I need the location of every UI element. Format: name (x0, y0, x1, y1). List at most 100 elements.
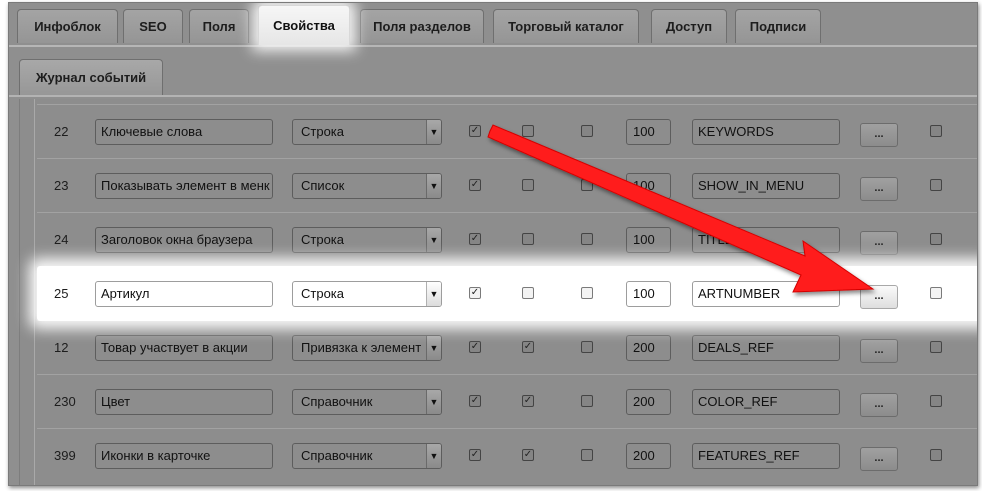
property-id: 399 (54, 448, 76, 463)
property-type-select[interactable]: Строка ▼ (292, 281, 442, 307)
code-input[interactable]: FEATURES_REF (692, 443, 840, 469)
property-name-input[interactable]: Заголовок окна браузера (95, 227, 273, 253)
property-id: 22 (54, 124, 69, 139)
dropdown-arrow-icon[interactable]: ▼ (426, 120, 441, 144)
search-checkbox[interactable] (930, 449, 942, 461)
more-settings-button[interactable]: ... (860, 231, 898, 255)
table-row: 24 Заголовок окна браузера Строка ▼ ✓ 100 TITL… (37, 212, 977, 267)
property-name-input[interactable]: Показывать элемент в менк (95, 173, 273, 199)
property-type-value: Строка (301, 286, 345, 301)
active-checkbox[interactable]: ✓ (469, 395, 481, 407)
property-name-input[interactable]: Артикул (95, 281, 273, 307)
required-checkbox[interactable] (522, 287, 534, 299)
dropdown-arrow-icon[interactable]: ▼ (426, 336, 441, 360)
dropdown-arrow-icon[interactable]: ▼ (426, 444, 441, 468)
sort-input[interactable]: 100 (626, 281, 671, 307)
property-type-value: Справочник (301, 448, 373, 463)
dropdown-arrow-icon[interactable]: ▼ (426, 282, 441, 306)
more-settings-button[interactable]: ... (860, 123, 898, 147)
table-row: 22 Ключевые слова Строка ▼ ✓ 100 KEYWORDS... (37, 104, 977, 159)
more-settings-button[interactable]: ... (860, 177, 898, 201)
active-checkbox[interactable]: ✓ (469, 125, 481, 137)
tab-2[interactable]: Поля (189, 9, 249, 43)
property-type-value: Привязка к элемент (301, 340, 422, 355)
sort-input[interactable]: 200 (626, 389, 671, 415)
sort-input[interactable]: 200 (626, 443, 671, 469)
table-row: 23 Показывать элемент в менк Список ▼ ✓ 100 SH… (37, 158, 977, 213)
tab-3[interactable]: Свойства (258, 5, 350, 45)
tab-0[interactable]: Инфоблок (17, 9, 118, 43)
property-id: 24 (54, 232, 69, 247)
property-type-select[interactable]: Список ▼ (292, 173, 442, 199)
sort-input[interactable]: 100 (626, 119, 671, 145)
table-row: 25 Артикул Строка ▼ ✓ 100 ARTNUMBER... (37, 266, 977, 321)
property-type-select[interactable]: Справочник ▼ (292, 443, 442, 469)
property-type-value: Список (301, 178, 345, 193)
sort-input[interactable]: 100 (626, 173, 671, 199)
code-input[interactable]: COLOR_REF (692, 389, 840, 415)
search-checkbox[interactable] (930, 179, 942, 191)
required-checkbox[interactable]: ✓ (522, 341, 534, 353)
tab-6[interactable]: Доступ (651, 9, 727, 43)
sort-input[interactable]: 100 (626, 227, 671, 253)
required-checkbox[interactable]: ✓ (522, 449, 534, 461)
property-id: 230 (54, 394, 76, 409)
more-settings-button[interactable]: ... (860, 447, 898, 471)
code-input[interactable]: KEYWORDS (692, 119, 840, 145)
multiple-checkbox[interactable] (581, 125, 593, 137)
active-checkbox[interactable]: ✓ (469, 341, 481, 353)
multiple-checkbox[interactable] (581, 233, 593, 245)
property-name-input[interactable]: Цвет (95, 389, 273, 415)
property-type-select[interactable]: Привязка к элемент ▼ (292, 335, 442, 361)
property-type-select[interactable]: Справочник ▼ (292, 389, 442, 415)
required-checkbox[interactable]: ✓ (522, 395, 534, 407)
table-row: 399 Иконки в карточке Справочник ▼ ✓ ✓ 200 FEAT… (37, 428, 977, 483)
multiple-checkbox[interactable] (581, 287, 593, 299)
search-checkbox[interactable] (930, 287, 942, 299)
required-checkbox[interactable] (522, 179, 534, 191)
multiple-checkbox[interactable] (581, 341, 593, 353)
table-left-border (34, 99, 35, 485)
multiple-checkbox[interactable] (581, 179, 593, 191)
property-type-select[interactable]: Строка ▼ (292, 227, 442, 253)
more-settings-button[interactable]: ... (860, 285, 898, 309)
properties-table: 22 Ключевые слова Строка ▼ ✓ 100 KEYWORDS... 23… (19, 99, 977, 485)
code-input[interactable]: TITLE (692, 227, 840, 253)
active-checkbox[interactable]: ✓ (469, 179, 481, 191)
tab-1[interactable]: SEO (123, 9, 183, 43)
search-checkbox[interactable] (930, 125, 942, 137)
property-type-value: Строка (301, 232, 345, 247)
active-checkbox[interactable]: ✓ (469, 449, 481, 461)
tab-bar: Инфоблок SEO Поля Свойства Поля разделов Торг… (9, 3, 977, 45)
code-input[interactable]: SHOW_IN_MENU (692, 173, 840, 199)
tab-4[interactable]: Поля разделов (360, 9, 484, 43)
active-checkbox[interactable]: ✓ (469, 287, 481, 299)
active-checkbox[interactable]: ✓ (469, 233, 481, 245)
sort-input[interactable]: 200 (626, 335, 671, 361)
dropdown-arrow-icon[interactable]: ▼ (426, 174, 441, 198)
code-input[interactable]: DEALS_REF (692, 335, 840, 361)
property-type-value: Справочник (301, 394, 373, 409)
tab-event-log[interactable]: Журнал событий (19, 59, 163, 95)
code-input[interactable]: ARTNUMBER (692, 281, 840, 307)
tab-7[interactable]: Подписи (735, 9, 821, 43)
property-name-input[interactable]: Товар участвует в акции (95, 335, 273, 361)
property-name-input[interactable]: Иконки в карточке (95, 443, 273, 469)
multiple-checkbox[interactable] (581, 449, 593, 461)
search-checkbox[interactable] (930, 341, 942, 353)
dropdown-arrow-icon[interactable]: ▼ (426, 228, 441, 252)
dimmed-screenshot: Инфоблок SEO Поля Свойства Поля разделов Торг… (8, 2, 978, 486)
property-name-input[interactable]: Ключевые слова (95, 119, 273, 145)
property-type-select[interactable]: Строка ▼ (292, 119, 442, 145)
property-id: 23 (54, 178, 69, 193)
required-checkbox[interactable] (522, 233, 534, 245)
search-checkbox[interactable] (930, 395, 942, 407)
required-checkbox[interactable] (522, 125, 534, 137)
more-settings-button[interactable]: ... (860, 393, 898, 417)
tab-5[interactable]: Торговый каталог (493, 9, 639, 43)
more-settings-button[interactable]: ... (860, 339, 898, 363)
dropdown-arrow-icon[interactable]: ▼ (426, 390, 441, 414)
multiple-checkbox[interactable] (581, 395, 593, 407)
search-checkbox[interactable] (930, 233, 942, 245)
property-id: 12 (54, 340, 69, 355)
